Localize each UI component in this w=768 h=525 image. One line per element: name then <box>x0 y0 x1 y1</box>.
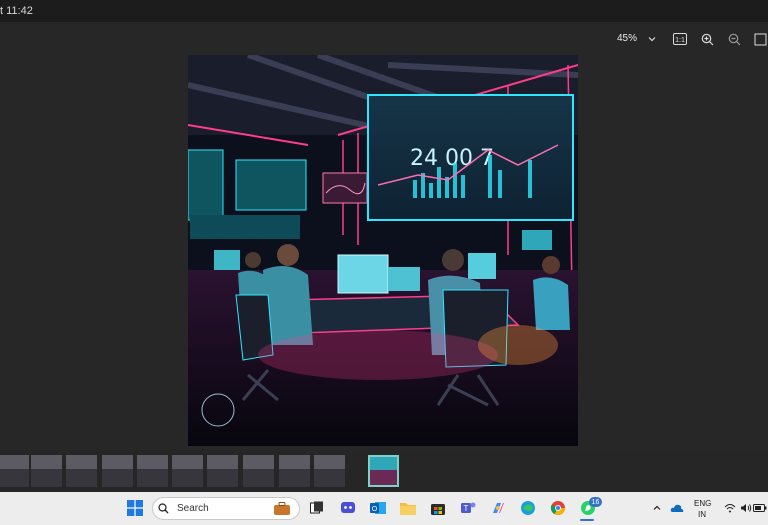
filmstrip-thumbnail[interactable] <box>243 455 274 487</box>
svg-text:O: O <box>372 506 378 513</box>
filmstrip-thumbnail[interactable] <box>207 455 238 487</box>
teams-icon[interactable]: T <box>457 497 479 519</box>
more-options-icon[interactable] <box>752 31 768 47</box>
svg-text:T: T <box>464 504 469 513</box>
actual-size-label: 1:1 <box>675 37 685 44</box>
microsoft-store-icon[interactable] <box>427 497 449 519</box>
notification-badge: 16 <box>589 497 602 507</box>
filmstrip-thumbnail[interactable] <box>31 455 62 487</box>
copilot-app-icon[interactable] <box>487 497 509 519</box>
window-title: t 11:42 <box>0 5 33 17</box>
filmstrip-thumbnail[interactable] <box>137 455 168 487</box>
language-indicator-line1[interactable]: ENG <box>694 499 711 508</box>
zoom-in-icon[interactable] <box>699 31 715 47</box>
copilot-icon[interactable] <box>337 497 359 519</box>
displayed-photo: 24 00 7 <box>188 55 578 446</box>
search-icon <box>154 498 172 518</box>
filmstrip-thumbnail[interactable] <box>102 455 133 487</box>
search-placeholder: Search <box>177 503 209 514</box>
filmstrip-thumbnail[interactable] <box>314 455 345 487</box>
chrome-icon[interactable] <box>547 497 569 519</box>
language-indicator-line2[interactable]: IN <box>698 510 706 519</box>
actual-size-icon[interactable]: 1:1 <box>672 31 688 47</box>
active-app-indicator <box>580 519 594 521</box>
battery-icon[interactable] <box>752 497 768 519</box>
filmstrip-thumbnail[interactable] <box>66 455 97 487</box>
onedrive-icon[interactable] <box>666 497 688 519</box>
outlook-icon[interactable]: O <box>367 497 389 519</box>
file-explorer-icon[interactable] <box>397 497 419 519</box>
chevron-up-icon[interactable] <box>646 497 668 519</box>
filmstrip-thumbnail[interactable] <box>279 455 310 487</box>
filmstrip-thumbnail-active[interactable] <box>368 455 399 487</box>
briefcase-icon[interactable] <box>272 498 292 518</box>
zoom-out-icon[interactable] <box>726 31 742 47</box>
title-bar: t 11:42 <box>0 0 768 22</box>
filmstrip-thumbnail[interactable] <box>0 455 29 487</box>
zoom-level[interactable]: 45% <box>617 33 637 44</box>
chevron-down-icon[interactable] <box>644 31 660 47</box>
task-view-icon[interactable] <box>306 497 328 519</box>
filmstrip-thumbnail[interactable] <box>172 455 203 487</box>
edge-icon[interactable] <box>517 497 539 519</box>
big-screen-text: 24 00 7 <box>410 146 494 171</box>
windows-start-icon[interactable] <box>124 497 146 519</box>
